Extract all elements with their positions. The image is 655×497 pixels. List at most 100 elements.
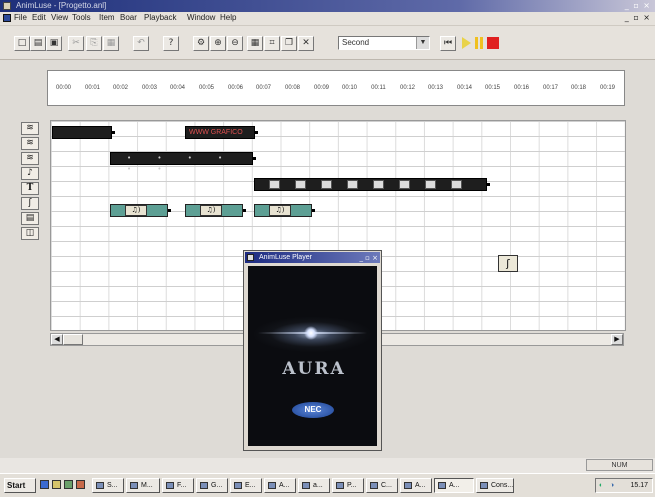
- clip-handle[interactable]: [168, 209, 171, 212]
- taskbar-button[interactable]: C...: [366, 478, 398, 493]
- clock[interactable]: 15.17: [630, 479, 648, 492]
- video-clip[interactable]: • • • • • •: [110, 152, 256, 173]
- chevron-down-icon[interactable]: ▼: [416, 37, 429, 49]
- frame-chip: [399, 180, 410, 189]
- taskbar-button[interactable]: A...: [400, 478, 432, 493]
- clip-handle[interactable]: [253, 157, 256, 160]
- document-icon[interactable]: [3, 14, 11, 22]
- delete-button[interactable]: ✕: [298, 36, 314, 51]
- quicklaunch-icon[interactable]: [40, 480, 49, 489]
- effect-icon[interactable]: ʃ: [21, 197, 39, 210]
- ruler-tick: 00:15: [484, 85, 501, 91]
- start-label: Start: [7, 481, 26, 490]
- app-icon[interactable]: [3, 2, 11, 10]
- quicklaunch-icon[interactable]: [52, 480, 61, 489]
- player-window[interactable]: AnimLuse Player _ ▫ × AURA NEC: [243, 250, 382, 451]
- duplicate-button[interactable]: ❐: [281, 36, 297, 51]
- tray-icon[interactable]: ◑: [610, 479, 614, 492]
- play-icon[interactable]: [462, 37, 471, 49]
- menu-help[interactable]: Help: [220, 13, 236, 22]
- menu-tools[interactable]: Tools: [72, 13, 91, 22]
- audio-clip[interactable]: ♫): [254, 204, 315, 217]
- nec-logo: NEC: [292, 402, 334, 418]
- taskbar-button[interactable]: Cons...: [476, 478, 514, 493]
- scroll-thumb[interactable]: [63, 334, 83, 345]
- menu-edit[interactable]: Edit: [32, 13, 46, 22]
- properties-button[interactable]: ⚙: [193, 36, 209, 51]
- menu-playback[interactable]: Playback: [144, 13, 176, 22]
- film-icon[interactable]: ≋: [21, 122, 39, 135]
- ruler-tick: 00:10: [341, 85, 358, 91]
- undo-button[interactable]: ↶: [133, 36, 149, 51]
- save-button[interactable]: ▣: [46, 36, 62, 51]
- page-icon[interactable]: ▤: [21, 212, 39, 225]
- window-controls[interactable]: _ ▫ ×: [625, 0, 651, 12]
- mdi-window-controls[interactable]: _ ▫ ×: [625, 13, 651, 22]
- clip-handle[interactable]: [312, 209, 315, 212]
- open-button[interactable]: ▤: [30, 36, 46, 51]
- zoom-out-button[interactable]: ⊖: [227, 36, 243, 51]
- scroll-left-icon[interactable]: ◀: [51, 334, 63, 345]
- frame-chip: [295, 180, 306, 189]
- audio-clip[interactable]: ♫): [110, 204, 171, 217]
- taskbar-button[interactable]: G...: [196, 478, 228, 493]
- time-ruler[interactable]: 00:00 00:01 00:02 00:03 00:04 00:05 00:0…: [47, 70, 625, 106]
- player-window-controls[interactable]: _ ▫ ×: [359, 253, 378, 264]
- taskbar-button[interactable]: M...: [126, 478, 160, 493]
- player-title: AnimLuse Player: [259, 254, 312, 261]
- taskbar-button[interactable]: S...: [92, 478, 124, 493]
- time-unit-value: Second: [342, 38, 370, 47]
- quicklaunch-icon[interactable]: [76, 480, 85, 489]
- tray-icon[interactable]: ◐: [599, 479, 603, 492]
- start-button[interactable]: Start: [4, 478, 36, 493]
- quicklaunch-icon[interactable]: [64, 480, 73, 489]
- clip-handle[interactable]: [255, 131, 258, 134]
- ruler-tick: 00:18: [570, 85, 587, 91]
- effect-item-icon[interactable]: ʃ: [498, 255, 518, 272]
- film-icon[interactable]: ≋: [21, 137, 39, 150]
- menu-boar[interactable]: Boar: [120, 13, 137, 22]
- taskbar-button[interactable]: A...: [264, 478, 296, 493]
- rewind-button[interactable]: ⏮: [440, 36, 456, 51]
- time-unit-select[interactable]: Second ▼: [338, 36, 430, 50]
- brand-text: AURA: [282, 359, 346, 379]
- ruler-tick: 00:00: [55, 85, 72, 91]
- clip-handle[interactable]: [487, 183, 490, 186]
- ruler-tick: 00:13: [427, 85, 444, 91]
- taskbar-button[interactable]: P...: [332, 478, 364, 493]
- player-titlebar[interactable]: AnimLuse Player _ ▫ ×: [245, 252, 380, 263]
- stop-icon[interactable]: [487, 37, 499, 49]
- zoom-in-button[interactable]: ⊕: [210, 36, 226, 51]
- frame-chip: [451, 180, 462, 189]
- cube-icon[interactable]: ◫: [21, 227, 39, 240]
- menu-file[interactable]: File: [14, 13, 27, 22]
- speaker-icon[interactable]: ♪: [21, 167, 39, 180]
- cut-button[interactable]: ✂: [68, 36, 84, 51]
- video-clip[interactable]: [254, 178, 490, 191]
- menu-item[interactable]: Item: [99, 13, 115, 22]
- menu-window[interactable]: Window: [187, 13, 215, 22]
- grid-button[interactable]: ▦: [247, 36, 263, 51]
- menu-view[interactable]: View: [51, 13, 68, 22]
- taskbar-button[interactable]: F...: [162, 478, 194, 493]
- new-button[interactable]: □: [14, 36, 30, 51]
- copy-button[interactable]: ⎘: [86, 36, 102, 51]
- help-button[interactable]: ?: [163, 36, 179, 51]
- pause-icon[interactable]: [475, 37, 483, 49]
- video-clip[interactable]: WWW GRAFICO: [185, 126, 258, 139]
- video-clip[interactable]: [52, 126, 115, 139]
- text-T-icon[interactable]: T: [21, 182, 39, 195]
- clip-frames: • • • • • •: [127, 154, 235, 173]
- audio-clip[interactable]: ♫): [185, 204, 246, 217]
- ruler-tick: 00:05: [198, 85, 215, 91]
- taskbar-button[interactable]: a...: [298, 478, 330, 493]
- paste-button[interactable]: ▦: [103, 36, 119, 51]
- film-icon[interactable]: ≋: [21, 152, 39, 165]
- taskbar-button[interactable]: E...: [230, 478, 262, 493]
- clip-handle[interactable]: [243, 209, 246, 212]
- taskbar: Start S... M... F... G... E... A... a...…: [0, 473, 655, 497]
- snap-button[interactable]: ⌗: [264, 36, 280, 51]
- clip-handle[interactable]: [112, 131, 115, 134]
- taskbar-button-active[interactable]: A...: [434, 478, 474, 493]
- scroll-right-icon[interactable]: ▶: [611, 334, 623, 345]
